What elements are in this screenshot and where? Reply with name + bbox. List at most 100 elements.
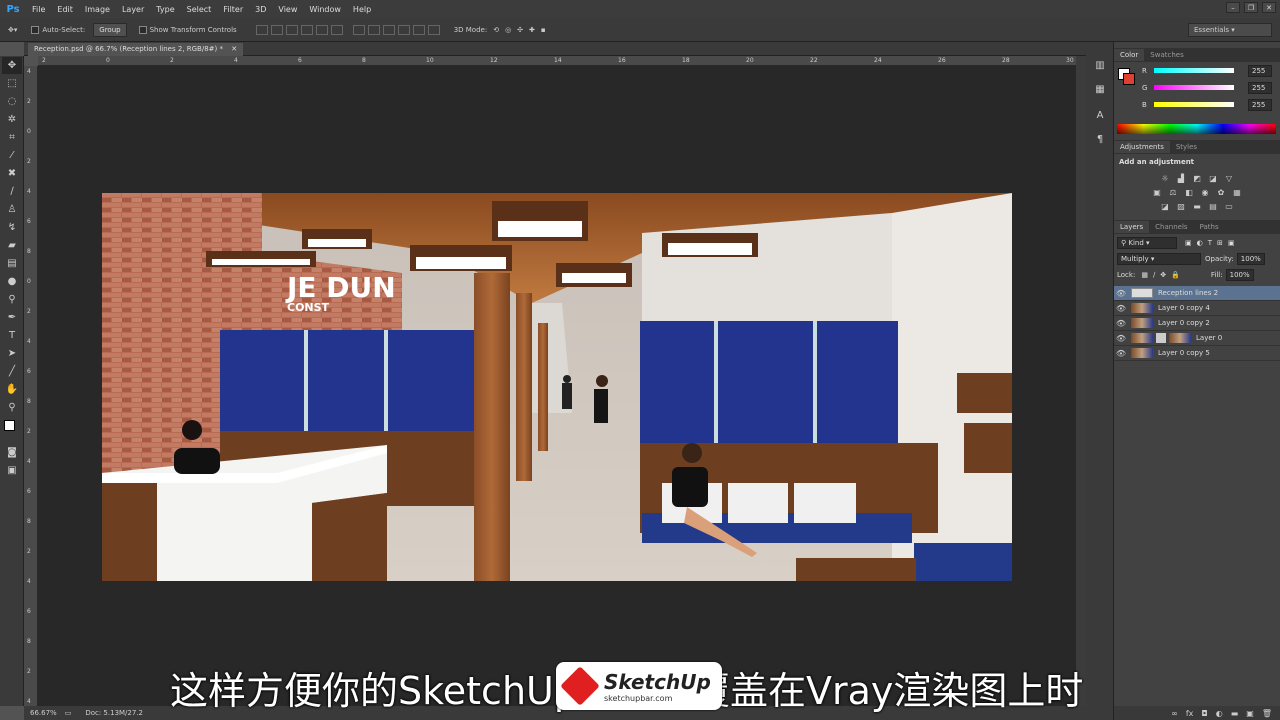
distribute-bottom-icon[interactable] xyxy=(382,24,395,35)
layer-row[interactable]: 👁 Layer 0 xyxy=(1114,331,1280,346)
visibility-eye-icon[interactable]: 👁 xyxy=(1114,289,1128,298)
history-panel-icon[interactable]: ▥ xyxy=(1090,56,1110,74)
quick-mask-icon[interactable]: ◙ xyxy=(2,444,22,461)
opacity-field[interactable]: 100% xyxy=(1236,253,1265,265)
status-info-icon[interactable]: ▭ xyxy=(65,709,72,717)
blue-value[interactable]: 255 xyxy=(1248,98,1272,111)
align-left-icon[interactable] xyxy=(300,24,313,35)
3d-scale-icon[interactable]: ▪ xyxy=(541,26,546,34)
lock-icons[interactable]: ▦∕✥🔒 xyxy=(1141,271,1185,279)
tab-adjustments[interactable]: Adjustments xyxy=(1114,141,1170,153)
layer-row[interactable]: 👁 Reception lines 2 xyxy=(1114,286,1280,301)
new-layer-icon[interactable]: ▣ xyxy=(1246,709,1254,718)
fx-icon[interactable]: fx xyxy=(1186,709,1194,718)
tab-paths[interactable]: Paths xyxy=(1194,221,1225,233)
layer-mask-thumbnail[interactable] xyxy=(1156,333,1166,343)
properties-panel-icon[interactable]: ▦ xyxy=(1090,80,1110,98)
zoom-level[interactable]: 66.67% xyxy=(30,709,57,717)
crop-tool-icon[interactable]: ⌗ xyxy=(2,129,22,146)
color-lookup-icon[interactable]: ▦ xyxy=(1231,187,1243,198)
vertical-scrollbar[interactable] xyxy=(1076,56,1086,706)
tab-styles[interactable]: Styles xyxy=(1170,141,1203,153)
photo-filter-icon[interactable]: ◉ xyxy=(1199,187,1211,198)
align-vcenter-icon[interactable] xyxy=(270,24,283,35)
type-tool-icon[interactable]: T xyxy=(2,327,22,344)
show-transform-checkbox[interactable] xyxy=(138,25,147,34)
gradient-tool-icon[interactable]: ▤ xyxy=(2,255,22,272)
vibrance-icon[interactable]: ▽ xyxy=(1223,173,1235,184)
add-mask-icon[interactable]: ◘ xyxy=(1201,709,1207,718)
visibility-eye-icon[interactable]: 👁 xyxy=(1114,349,1128,358)
dodge-tool-icon[interactable]: ⚲ xyxy=(2,291,22,308)
color-spectrum[interactable] xyxy=(1117,124,1276,134)
healing-brush-tool-icon[interactable]: ✖ xyxy=(2,165,22,182)
path-selection-tool-icon[interactable]: ➤ xyxy=(2,345,22,362)
tab-swatches[interactable]: Swatches xyxy=(1144,49,1189,61)
tab-layers[interactable]: Layers xyxy=(1114,221,1150,233)
channel-mixer-icon[interactable]: ✿ xyxy=(1215,187,1227,198)
workspace-dropdown[interactable]: Essentials ▾ xyxy=(1188,23,1272,37)
color-swatches[interactable] xyxy=(2,417,22,443)
document-tab[interactable]: Reception.psd @ 66.7% (Reception lines 2… xyxy=(28,43,244,56)
character-panel-icon[interactable]: A xyxy=(1090,106,1110,124)
invert-icon[interactable]: ◪ xyxy=(1159,201,1171,212)
screen-mode-icon[interactable]: ▣ xyxy=(2,462,22,479)
3d-roll-icon[interactable]: ◎ xyxy=(505,26,511,34)
move-tool-icon[interactable]: ✥ xyxy=(2,57,22,74)
marquee-tool-icon[interactable]: ⬚ xyxy=(2,75,22,92)
link-layers-icon[interactable]: ∞ xyxy=(1171,709,1178,718)
fill-field[interactable]: 100% xyxy=(1225,269,1254,281)
align-right-icon[interactable] xyxy=(330,24,343,35)
layer-row[interactable]: 👁 Layer 0 copy 5 xyxy=(1114,346,1280,361)
distribute-top-icon[interactable] xyxy=(352,24,365,35)
delete-layer-icon[interactable]: 🗑 xyxy=(1262,709,1272,718)
blend-mode-dropdown[interactable]: Multiply ▾ xyxy=(1117,253,1201,265)
posterize-icon[interactable]: ▨ xyxy=(1175,201,1187,212)
menu-filter[interactable]: Filter xyxy=(217,5,249,14)
exposure-icon[interactable]: ◪ xyxy=(1207,173,1219,184)
black-white-icon[interactable]: ◧ xyxy=(1183,187,1195,198)
eyedropper-tool-icon[interactable]: ⁄ xyxy=(2,147,22,164)
hue-saturation-icon[interactable]: ▣ xyxy=(1151,187,1163,198)
distribute-right-icon[interactable] xyxy=(427,24,440,35)
menu-edit[interactable]: Edit xyxy=(51,5,79,14)
minimize-icon[interactable]: – xyxy=(1226,2,1240,13)
new-group-icon[interactable]: ▬ xyxy=(1231,709,1239,718)
brightness-icon[interactable]: ☼ xyxy=(1159,173,1171,184)
clone-stamp-tool-icon[interactable]: ♙ xyxy=(2,201,22,218)
align-top-icon[interactable] xyxy=(255,24,268,35)
move-tool-preset[interactable]: ✥▾ xyxy=(8,26,17,34)
menu-type[interactable]: Type xyxy=(150,5,180,14)
menu-3d[interactable]: 3D xyxy=(249,5,272,14)
menu-window[interactable]: Window xyxy=(303,5,347,14)
3d-slide-icon[interactable]: ✚ xyxy=(529,26,535,34)
threshold-icon[interactable]: ▬ xyxy=(1191,201,1203,212)
layer-row[interactable]: 👁 Layer 0 copy 2 xyxy=(1114,316,1280,331)
distribute-hcenter-icon[interactable] xyxy=(412,24,425,35)
close-tab-icon[interactable]: ✕ xyxy=(231,45,237,53)
magic-wand-tool-icon[interactable]: ✲ xyxy=(2,111,22,128)
align-bottom-icon[interactable] xyxy=(285,24,298,35)
paragraph-panel-icon[interactable]: ¶ xyxy=(1090,130,1110,148)
color-balance-icon[interactable]: ⚖ xyxy=(1167,187,1179,198)
lasso-tool-icon[interactable]: ◌ xyxy=(2,93,22,110)
red-slider[interactable] xyxy=(1154,68,1234,73)
history-brush-tool-icon[interactable]: ↯ xyxy=(2,219,22,236)
zoom-tool-icon[interactable]: ⚲ xyxy=(2,399,22,416)
eraser-tool-icon[interactable]: ▰ xyxy=(2,237,22,254)
auto-select-checkbox[interactable] xyxy=(31,25,40,34)
rendered-image[interactable]: JE DUN CONST xyxy=(102,193,1012,581)
line-tool-icon[interactable]: ╱ xyxy=(2,363,22,380)
tab-channels[interactable]: Channels xyxy=(1149,221,1193,233)
gradient-map-icon[interactable]: ▤ xyxy=(1207,201,1219,212)
blue-slider[interactable] xyxy=(1154,102,1234,107)
foreground-color-icon[interactable] xyxy=(4,420,15,431)
selective-color-icon[interactable]: ▭ xyxy=(1223,201,1235,212)
red-value[interactable]: 255 xyxy=(1248,64,1272,77)
3d-orbit-icon[interactable]: ⟲ xyxy=(493,26,499,34)
visibility-eye-icon[interactable]: 👁 xyxy=(1114,304,1128,313)
pen-tool-icon[interactable]: ✒ xyxy=(2,309,22,326)
close-icon[interactable]: ✕ xyxy=(1262,2,1276,13)
auto-select-target-dropdown[interactable]: Group xyxy=(93,22,127,37)
tab-color[interactable]: Color xyxy=(1114,49,1145,61)
